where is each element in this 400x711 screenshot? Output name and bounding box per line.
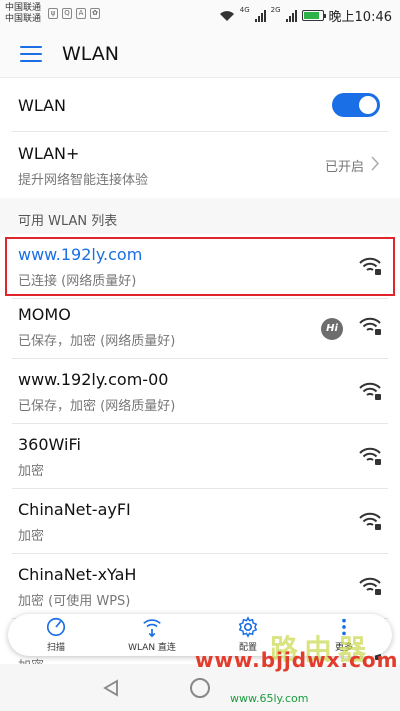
wlan-plus-row[interactable]: WLAN+ 提升网络智能连接体验 已开启 — [0, 132, 400, 196]
usb-icon: ψ — [48, 8, 58, 19]
wlan-direct-button[interactable]: WLAN 直连 — [104, 614, 200, 656]
clock: 晚上10:46 — [328, 10, 392, 25]
wlan-plus-subtitle: 提升网络智能连接体验 — [18, 173, 149, 188]
switch-knob — [359, 96, 377, 114]
back-icon[interactable] — [102, 679, 120, 697]
network-row[interactable]: www.192ly.com-00 已保存，加密 (网络质量好) — [0, 363, 400, 423]
network-status: 加密 — [18, 529, 45, 544]
wifi-locked-icon — [358, 446, 382, 466]
hilink-badge-icon: Hi — [321, 318, 343, 340]
notification-icons: ψ Q A ✿ — [48, 8, 100, 19]
wlan-plus-label: WLAN+ — [18, 144, 80, 163]
divider — [12, 358, 388, 359]
wifi-locked-icon — [358, 511, 382, 531]
carrier-1: 中国联通 — [5, 3, 42, 13]
scan-icon — [46, 617, 66, 637]
network-name: 360WiFi — [18, 435, 81, 454]
network-name: www.192ly.com-00 — [18, 370, 169, 389]
watermark-url: www.bjjdwx.com — [195, 648, 399, 672]
signal-2-icon — [285, 9, 297, 22]
network-row[interactable]: ChinaNet-xYaH 加密 (可使用 WPS) — [0, 558, 400, 618]
wlan-plus-status: 已开启 — [324, 160, 364, 175]
watermark-url-sub: www.65ly.com — [230, 692, 309, 705]
network-status: 加密 — [18, 464, 45, 479]
network-row[interactable]: MOMO 已保存，加密 (网络质量好) Hi — [0, 298, 400, 358]
network-name: MOMO — [18, 305, 71, 324]
divider — [12, 423, 388, 424]
wlan-switch[interactable] — [332, 93, 380, 117]
divider — [12, 553, 388, 554]
network-status: 加密 (可使用 WPS) — [18, 594, 131, 609]
wifi-locked-icon — [358, 381, 382, 401]
network-name: ChinaNet-ayFI — [18, 500, 131, 519]
battery-icon — [301, 10, 326, 21]
wlan-toggle-row[interactable]: WLAN — [0, 79, 400, 131]
status-bar: 中国联通 中国联通 ψ Q A ✿ 4G 2G 晚上10:46 — [0, 0, 400, 30]
wifi-locked-icon — [358, 576, 382, 596]
scan-label: 扫描 — [46, 643, 65, 653]
app-notification-icon: ✿ — [90, 8, 100, 19]
hamburger-menu-icon[interactable] — [20, 45, 42, 62]
qq-icon: Q — [62, 8, 72, 19]
wifi-status-icon — [219, 10, 234, 21]
carrier-2: 中国联通 — [5, 14, 42, 24]
status-right: 4G 2G 晚上10:46 — [219, 6, 392, 25]
wlan-direct-label: WLAN 直连 — [128, 643, 176, 653]
net-type-1: 4G — [239, 6, 250, 14]
divider — [12, 488, 388, 489]
network-name: ChinaNet-xYaH — [18, 565, 137, 584]
section-header: 可用 WLAN 列表 — [18, 214, 118, 229]
home-icon[interactable] — [190, 678, 210, 698]
network-status: 已保存，加密 (网络质量好) — [18, 334, 176, 349]
highlight-box — [5, 237, 395, 296]
scan-button[interactable]: 扫描 — [8, 614, 104, 656]
network-status: 已保存，加密 (网络质量好) — [18, 399, 176, 414]
network-row[interactable]: ChinaNet-ayFI 加密 — [0, 493, 400, 553]
app-bar: WLAN — [0, 30, 400, 78]
page-title: WLAN — [62, 42, 120, 65]
carrier-info: 中国联通 中国联通 — [5, 3, 41, 25]
gear-icon — [238, 616, 258, 638]
net-type-2: 2G — [270, 6, 281, 14]
a-icon: A — [76, 8, 86, 19]
chevron-right-icon — [371, 156, 380, 171]
signal-1-icon — [254, 9, 266, 22]
wlan-label: WLAN — [18, 96, 67, 115]
network-row[interactable]: 360WiFi 加密 — [0, 428, 400, 488]
wifi-locked-icon — [358, 316, 382, 336]
wifi-direct-icon — [143, 619, 161, 638]
